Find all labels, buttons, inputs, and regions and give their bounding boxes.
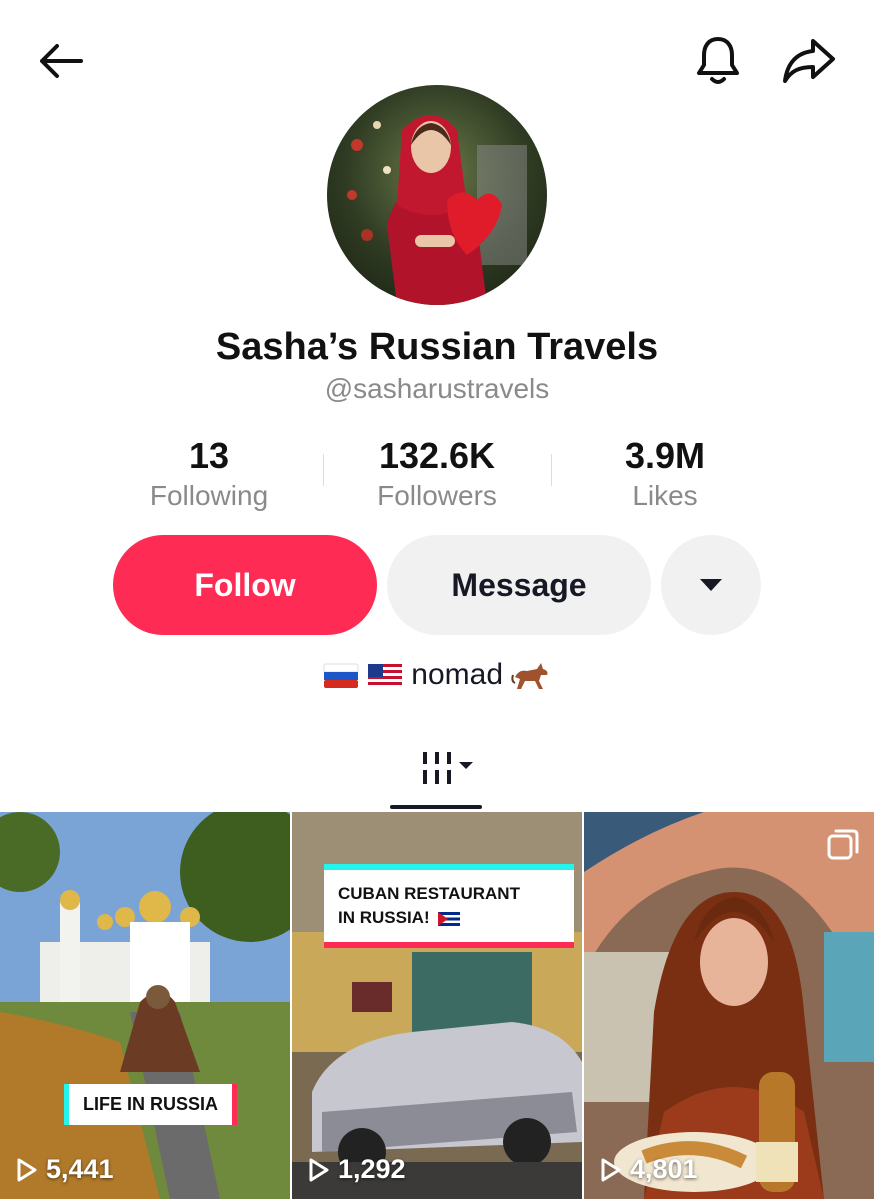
caption-line: IN RUSSIA! [338,906,560,930]
view-count-text: 4,801 [630,1154,698,1184]
view-count: 5,441 [16,1154,114,1185]
stat-divider [323,454,324,486]
bell-icon [697,37,739,84]
video-tile[interactable]: LIFE IN RUSSIA 5,441 [0,812,290,1199]
likes-count: 3.9M [624,435,706,476]
following-label: Following [149,480,269,511]
video-thumbnail [584,812,874,1199]
grid-filter-icon [423,752,473,784]
follow-button[interactable]: Follow [113,535,377,635]
play-icon [601,1158,621,1181]
stat-following[interactable]: 13 Following [95,436,323,516]
video-tile[interactable]: 4,801 [584,812,874,1199]
stat-followers[interactable]: 132.6K Followers [323,436,551,516]
view-count-text: 1,292 [338,1154,406,1184]
profile-bio: nomad [0,658,874,692]
profile-name: Sasha’s Russian Travels [215,326,659,368]
followers-label: Followers [377,480,497,511]
russia-flag-icon [323,663,359,689]
caption-line-text: IN RUSSIA! [338,908,430,927]
horse-icon [511,663,548,690]
play-icon [17,1158,37,1181]
video-tile[interactable]: CUBAN RESTAURANT IN RUSSIA! 1,292 [292,812,582,1199]
following-count: 13 [188,435,230,476]
usa-flag-icon [367,664,402,689]
share-button[interactable] [776,32,842,88]
video-grid: LIFE IN RUSSIA 5,441 CUBAN RESTAURANT IN… [0,812,874,1199]
avatar-photo [327,85,547,305]
share-arrow-icon [783,39,835,83]
message-button[interactable]: Message [387,535,651,635]
more-options-button[interactable] [661,535,761,635]
back-button[interactable] [30,36,90,86]
active-tab-indicator [390,805,482,809]
caption-line: CUBAN RESTAURANT [338,884,520,903]
caret-down-icon [700,579,722,591]
followers-count: 132.6K [378,435,496,476]
view-count: 1,292 [308,1154,406,1185]
view-count: 4,801 [600,1154,698,1185]
notification-bell-button[interactable] [690,32,746,88]
multi-image-icon [827,829,859,860]
cuba-flag-icon [438,911,461,926]
video-caption: CUBAN RESTAURANT IN RUSSIA! [324,864,574,948]
stats-row: 13 Following 132.6K Followers 3.9M Likes [95,436,779,516]
likes-label: Likes [632,480,698,511]
view-count-text: 5,441 [46,1154,114,1184]
video-thumbnail [0,812,290,1199]
content-tab-bar [0,735,874,810]
tab-videos[interactable] [395,743,485,793]
stat-divider [551,454,552,486]
stat-likes[interactable]: 3.9M Likes [551,436,779,516]
video-caption: LIFE IN RUSSIA [64,1084,238,1125]
arrow-left-icon [40,44,83,78]
bio-text: nomad [411,658,504,691]
play-icon [309,1158,329,1181]
profile-avatar[interactable] [327,85,547,305]
profile-handle: @sasharustravels [324,373,550,404]
